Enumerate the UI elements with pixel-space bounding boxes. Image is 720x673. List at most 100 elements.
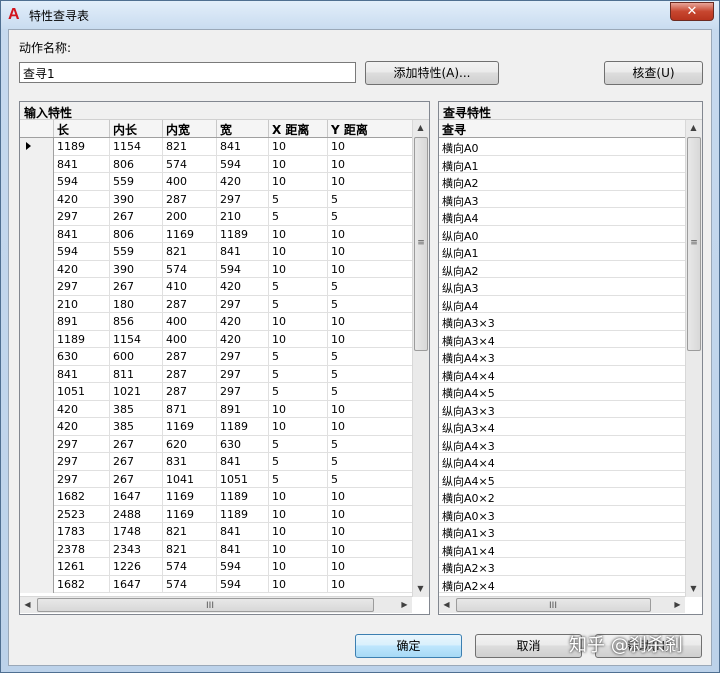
table-row[interactable]: 横向A0×3 bbox=[439, 506, 685, 524]
cell-width[interactable]: 841 bbox=[217, 243, 269, 261]
cell-width[interactable]: 297 bbox=[217, 383, 269, 401]
cell-width[interactable]: 1189 bbox=[217, 505, 269, 523]
cell-x-distance[interactable]: 10 bbox=[269, 260, 328, 278]
table-row[interactable]: 横向A1×3 bbox=[439, 523, 685, 541]
cell-inner-length[interactable]: 1748 bbox=[110, 523, 163, 541]
cell-lookup[interactable]: 横向A4×3 bbox=[439, 348, 685, 366]
cell-width[interactable]: 841 bbox=[217, 138, 269, 156]
table-row[interactable]: 纵向A3×4 bbox=[439, 418, 685, 436]
table-row[interactable]: 594 559 400 420 10 10 bbox=[20, 173, 412, 191]
col-header-width[interactable]: 宽 bbox=[217, 120, 269, 137]
cell-width[interactable]: 297 bbox=[217, 295, 269, 313]
cell-length[interactable]: 594 bbox=[54, 243, 110, 261]
cell-length[interactable]: 297 bbox=[54, 470, 110, 488]
input-vertical-scrollbar[interactable]: ▲ ≡ ▼ bbox=[412, 120, 429, 597]
cell-width[interactable]: 841 bbox=[217, 523, 269, 541]
cell-lookup[interactable]: 纵向A1 bbox=[439, 243, 685, 261]
cell-x-distance[interactable]: 5 bbox=[269, 208, 328, 226]
title-bar[interactable]: A 特性查寻表 ✕ bbox=[1, 1, 719, 29]
cell-x-distance[interactable]: 10 bbox=[269, 225, 328, 243]
table-row[interactable]: 1783 1748 821 841 10 10 bbox=[20, 523, 412, 541]
cell-inner-length[interactable]: 806 bbox=[110, 225, 163, 243]
cell-inner-width[interactable]: 287 bbox=[163, 383, 217, 401]
table-row[interactable]: 420 390 287 297 5 5 bbox=[20, 190, 412, 208]
cell-lookup[interactable]: 横向A4×4 bbox=[439, 366, 685, 384]
scroll-left-arrow[interactable]: ◀ bbox=[20, 597, 35, 613]
cell-y-distance[interactable]: 10 bbox=[328, 523, 412, 541]
cell-width[interactable]: 841 bbox=[217, 540, 269, 558]
cell-width[interactable]: 420 bbox=[217, 278, 269, 296]
action-name-field[interactable]: 查寻1 bbox=[19, 62, 356, 83]
cell-width[interactable]: 1189 bbox=[217, 225, 269, 243]
table-row[interactable]: 纵向A4×4 bbox=[439, 453, 685, 471]
cell-width[interactable]: 594 bbox=[217, 575, 269, 593]
cell-lookup[interactable]: 横向A1 bbox=[439, 156, 685, 174]
cell-inner-width[interactable]: 1169 bbox=[163, 225, 217, 243]
cell-x-distance[interactable]: 10 bbox=[269, 558, 328, 576]
cell-inner-width[interactable]: 871 bbox=[163, 400, 217, 418]
cell-inner-length[interactable]: 559 bbox=[110, 173, 163, 191]
table-row[interactable]: 横向A3 bbox=[439, 191, 685, 209]
table-row[interactable]: 297 267 1041 1051 5 5 bbox=[20, 470, 412, 489]
cell-lookup[interactable]: 横向A4×5 bbox=[439, 383, 685, 401]
table-row[interactable]: 891 856 400 420 10 10 bbox=[20, 313, 412, 331]
cell-inner-length[interactable]: 267 bbox=[110, 435, 163, 453]
cell-inner-length[interactable]: 390 bbox=[110, 190, 163, 208]
cell-length[interactable]: 420 bbox=[54, 400, 110, 418]
cell-inner-length[interactable]: 806 bbox=[110, 155, 163, 173]
col-header-inner-length[interactable]: 内长 bbox=[110, 120, 163, 137]
row-selector[interactable] bbox=[20, 540, 54, 558]
table-row[interactable]: 纵向A4×3 bbox=[439, 436, 685, 453]
cell-inner-width[interactable]: 574 bbox=[163, 260, 217, 278]
table-row[interactable]: 1682 1647 1169 1189 10 10 bbox=[20, 488, 412, 506]
scroll-up-arrow[interactable]: ▲ bbox=[413, 120, 428, 136]
cell-width[interactable]: 594 bbox=[217, 558, 269, 576]
cell-x-distance[interactable]: 10 bbox=[269, 400, 328, 418]
cell-y-distance[interactable]: 5 bbox=[328, 366, 412, 384]
cell-inner-width[interactable]: 1169 bbox=[163, 488, 217, 506]
table-row[interactable]: 210 180 287 297 5 5 bbox=[20, 295, 412, 313]
cell-inner-length[interactable]: 1647 bbox=[110, 488, 163, 506]
cell-width[interactable]: 297 bbox=[217, 190, 269, 208]
table-row[interactable]: 630 600 287 297 5 5 bbox=[20, 348, 412, 366]
cell-lookup[interactable]: 横向A0×3 bbox=[439, 506, 685, 524]
cell-length[interactable]: 630 bbox=[54, 348, 110, 366]
cell-inner-length[interactable]: 390 bbox=[110, 260, 163, 278]
cell-width[interactable]: 210 bbox=[217, 208, 269, 226]
cell-y-distance[interactable]: 5 bbox=[328, 453, 412, 471]
add-properties-button[interactable]: 添加特性(A)... bbox=[365, 61, 499, 85]
scroll-left-arrow[interactable]: ◀ bbox=[439, 597, 454, 613]
cell-y-distance[interactable]: 10 bbox=[328, 313, 412, 331]
cell-inner-width[interactable]: 574 bbox=[163, 155, 217, 173]
table-row[interactable]: 1189 1154 821 841 10 10 bbox=[20, 138, 412, 156]
cell-lookup[interactable]: 横向A3×3 bbox=[439, 313, 685, 331]
cell-inner-length[interactable]: 180 bbox=[110, 295, 163, 313]
row-selector[interactable] bbox=[20, 383, 54, 401]
cell-length[interactable]: 594 bbox=[54, 173, 110, 191]
cell-lookup[interactable]: 纵向A3 bbox=[439, 278, 685, 296]
cell-x-distance[interactable]: 10 bbox=[269, 330, 328, 348]
cell-inner-width[interactable]: 287 bbox=[163, 295, 217, 313]
cell-inner-width[interactable]: 287 bbox=[163, 365, 217, 383]
cell-inner-width[interactable]: 287 bbox=[163, 190, 217, 208]
cell-length[interactable]: 1682 bbox=[54, 488, 110, 506]
cell-inner-length[interactable]: 559 bbox=[110, 243, 163, 261]
cell-x-distance[interactable]: 5 bbox=[269, 453, 328, 471]
cell-length[interactable]: 2523 bbox=[54, 505, 110, 523]
cell-length[interactable]: 1261 bbox=[54, 558, 110, 576]
cell-length[interactable]: 297 bbox=[54, 435, 110, 453]
row-selector[interactable] bbox=[20, 330, 54, 348]
row-selector[interactable] bbox=[20, 453, 54, 471]
cell-y-distance[interactable]: 5 bbox=[328, 471, 412, 489]
cell-inner-width[interactable]: 400 bbox=[163, 313, 217, 331]
cell-lookup[interactable]: 横向A3 bbox=[439, 191, 685, 209]
table-row[interactable]: 横向A2×3 bbox=[439, 558, 685, 576]
cell-lookup[interactable]: 横向A1×4 bbox=[439, 541, 685, 559]
row-selector[interactable] bbox=[20, 208, 54, 226]
row-selector[interactable] bbox=[20, 190, 54, 208]
cell-length[interactable]: 420 bbox=[54, 418, 110, 436]
col-header-lookup[interactable]: 查寻 bbox=[439, 120, 685, 137]
cell-width[interactable]: 891 bbox=[217, 400, 269, 418]
cell-x-distance[interactable]: 10 bbox=[269, 418, 328, 436]
cell-inner-length[interactable]: 267 bbox=[110, 470, 163, 488]
